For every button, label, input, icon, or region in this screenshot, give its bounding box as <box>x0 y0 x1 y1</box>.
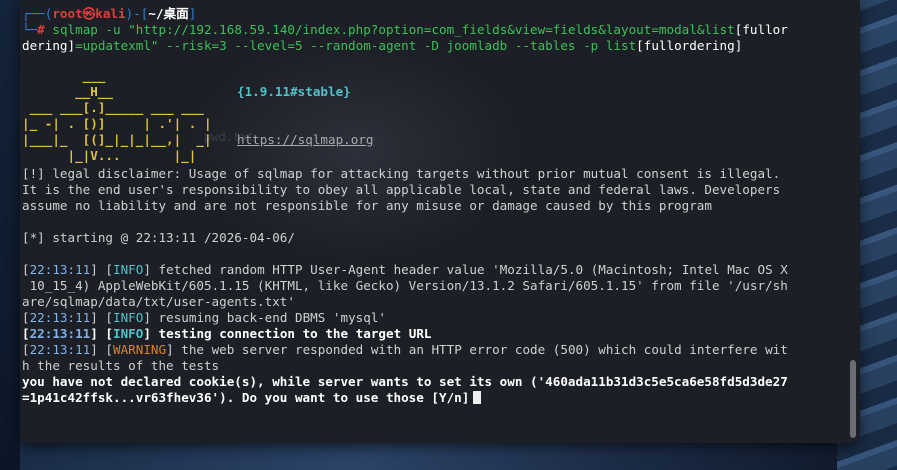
log-level-info: INFO <box>113 326 144 341</box>
command-line-2: dering]=updatexml" --risk=3 --level=5 --… <box>22 38 842 54</box>
log-level-info: INFO <box>113 262 144 277</box>
log-line: [22:13:11] [INFO] testing connection to … <box>22 326 432 341</box>
terminal-output[interactable]: ┌──(root㉿kali)-[~/桌面] └─# sqlmap -u "htt… <box>22 6 842 406</box>
prompt-symbol: # <box>37 22 45 37</box>
command-text: sqlmap -u "http://192.168.59.140/index.p… <box>52 22 735 37</box>
log-line: [22:13:11] [INFO] resuming back-end DBMS… <box>22 310 386 325</box>
prompt-frame: ┌──( <box>22 6 53 21</box>
sqlmap-version: {1.9.11#stable} <box>237 84 351 99</box>
prompt-frame-close: ] <box>188 6 197 21</box>
question-line: you have not declared cookie(s), while s… <box>22 374 788 389</box>
logo-line: __H__ <box>22 84 113 99</box>
desktop-background-left <box>0 0 20 470</box>
log-message: the web server responded with an HTTP er… <box>173 342 788 357</box>
command-text-bracket-end: dering] <box>22 38 76 53</box>
sqlmap-url-link[interactable]: https://sqlmap.org <box>237 132 373 148</box>
log-timestamp: 22:13:11 <box>29 262 91 277</box>
prompt-cwd: ~/桌面 <box>148 6 189 21</box>
starting-line: [*] starting @ 22:13:11 /2026-04-06/ <box>22 230 295 245</box>
command-text-bracket-2: [fullordering] <box>636 38 743 53</box>
text-cursor[interactable] <box>473 391 482 404</box>
question-text: =1p41c42ffsk...vr63fhev36'). Do you want… <box>22 390 470 405</box>
log-message: testing connection to the target URL <box>150 326 432 341</box>
disclaimer-line: It is the end user's responsibility to o… <box>22 182 781 197</box>
prompt-frame-mid: )-[ <box>125 6 149 21</box>
scrollbar-thumb[interactable] <box>850 360 856 438</box>
logo-line: |_|V... |_| <box>22 148 197 163</box>
log-timestamp: 22:13:11 <box>29 326 91 341</box>
log-level-warning: WARNING <box>113 342 167 357</box>
logo-line: ___ <box>22 68 106 83</box>
prompt-user: root㉿kali <box>52 6 126 21</box>
command-text-cont: =updatexml" --risk=3 --level=5 --random-… <box>75 38 637 53</box>
prompt-frame-bottom: └─ <box>22 22 38 37</box>
log-message: fetched random HTTP User-Agent header va… <box>150 262 788 277</box>
log-level-info: INFO <box>113 310 144 325</box>
log-timestamp: 22:13:11 <box>29 310 91 325</box>
command-line-1: └─# sqlmap -u "http://192.168.59.140/ind… <box>22 22 842 38</box>
log-line-cont: are/sqlmap/data/txt/user-agents.txt' <box>22 294 295 309</box>
prompt-line-top: ┌──(root㉿kali)-[~/桌面] <box>22 6 842 22</box>
log-line: [22:13:11] [INFO] fetched random HTTP Us… <box>22 262 788 277</box>
disclaimer-line: [!] legal disclaimer: Usage of sqlmap fo… <box>22 166 781 181</box>
log-line-cont: 10_15_4) AppleWebKit/605.1.15 (KHTML, li… <box>22 278 788 293</box>
question-line[interactable]: =1p41c42ffsk...vr63fhev36'). Do you want… <box>22 390 842 406</box>
logo-line: |___|_ [(]_|_|_|__,| _| <box>22 132 212 147</box>
logo-line: ___ ___[.]_____ ___ ___ <box>22 100 204 115</box>
log-message: resuming back-end DBMS 'mysql' <box>150 310 386 325</box>
log-line-cont: h the results of the tests <box>22 358 220 373</box>
log-line: [22:13:11] [WARNING] the web server resp… <box>22 342 788 357</box>
terminal-window[interactable]: pwd.txt ┌──(root㉿kali)-[~/桌面] └─# sqlmap… <box>20 0 860 443</box>
sqlmap-banner: ___ __H__ ___ ___[.]_____ ___ ___ |_ -| … <box>22 68 842 166</box>
disclaimer-line: assume no liability and are not responsi… <box>22 198 712 213</box>
command-text-bracket: [fullor <box>734 22 788 37</box>
log-timestamp: 22:13:11 <box>29 342 91 357</box>
logo-line: |_ -| . [)] | .'| . | <box>22 116 212 131</box>
